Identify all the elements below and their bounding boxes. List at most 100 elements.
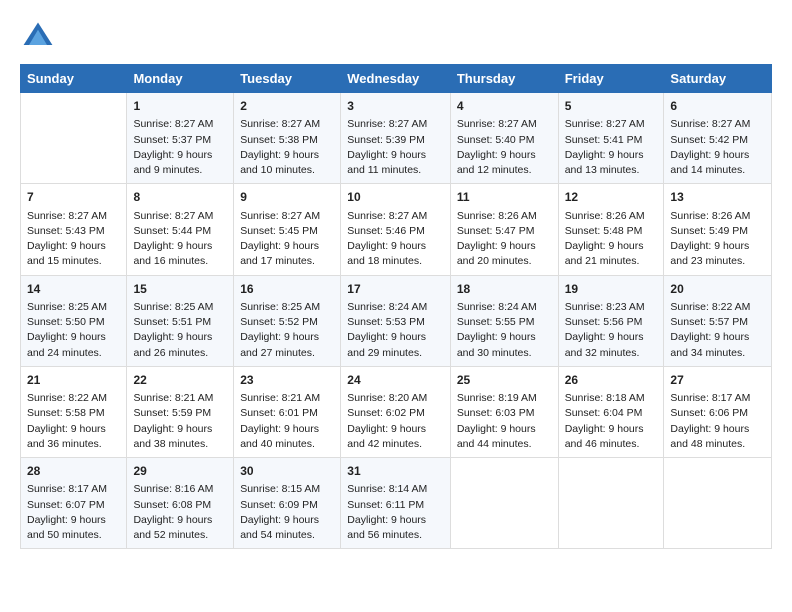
- day-cell: 13 Sunrise: 8:26 AMSunset: 5:49 PMDayligh…: [664, 184, 772, 275]
- day-number: 19: [565, 281, 658, 298]
- day-number: 28: [27, 463, 120, 480]
- logo: [20, 18, 60, 54]
- weekday-header-monday: Monday: [127, 65, 234, 93]
- day-info: Sunrise: 8:27 AMSunset: 5:41 PMDaylight:…: [565, 117, 658, 178]
- weekday-header-row: SundayMondayTuesdayWednesdayThursdayFrid…: [21, 65, 772, 93]
- weekday-header-sunday: Sunday: [21, 65, 127, 93]
- day-number: 23: [240, 372, 334, 389]
- day-info: Sunrise: 8:21 AMSunset: 5:59 PMDaylight:…: [133, 391, 227, 452]
- day-info: Sunrise: 8:25 AMSunset: 5:50 PMDaylight:…: [27, 300, 120, 361]
- day-number: 5: [565, 98, 658, 115]
- day-cell: 29Sunrise: 8:16 AMSunset: 6:08 PMDayligh…: [127, 458, 234, 549]
- day-number: 8: [133, 189, 227, 206]
- day-number: 24: [347, 372, 444, 389]
- day-number: 29: [133, 463, 227, 480]
- day-info: Sunrise: 8:17 AMSunset: 6:07 PMDaylight:…: [27, 482, 120, 543]
- day-cell: 1 Sunrise: 8:27 AMSunset: 5:37 PMDaylight…: [127, 93, 234, 184]
- header: [20, 18, 772, 54]
- day-cell: 17Sunrise: 8:24 AMSunset: 5:53 PMDayligh…: [341, 275, 451, 366]
- day-info: Sunrise: 8:26 AMSunset: 5:47 PMDaylight:…: [457, 209, 552, 270]
- day-number: 4: [457, 98, 552, 115]
- day-cell: [450, 458, 558, 549]
- day-cell: 25 Sunrise: 8:19 AMSunset: 6:03 PMDayligh…: [450, 366, 558, 457]
- day-number: 22: [133, 372, 227, 389]
- week-row-3: 14 Sunrise: 8:25 AMSunset: 5:50 PMDayligh…: [21, 275, 772, 366]
- day-cell: 27 Sunrise: 8:17 AMSunset: 6:06 PMDayligh…: [664, 366, 772, 457]
- day-number: 30: [240, 463, 334, 480]
- day-info: Sunrise: 8:27 AMSunset: 5:38 PMDaylight:…: [240, 117, 334, 178]
- day-number: 9: [240, 189, 334, 206]
- week-row-1: 1 Sunrise: 8:27 AMSunset: 5:37 PMDaylight…: [21, 93, 772, 184]
- day-number: 21: [27, 372, 120, 389]
- day-number: 6: [670, 98, 765, 115]
- day-cell: 28 Sunrise: 8:17 AMSunset: 6:07 PMDayligh…: [21, 458, 127, 549]
- weekday-header-wednesday: Wednesday: [341, 65, 451, 93]
- day-info: Sunrise: 8:24 AMSunset: 5:55 PMDaylight:…: [457, 300, 552, 361]
- day-cell: 22 Sunrise: 8:21 AMSunset: 5:59 PMDayligh…: [127, 366, 234, 457]
- day-cell: 15Sunrise: 8:25 AMSunset: 5:51 PMDayligh…: [127, 275, 234, 366]
- day-number: 26: [565, 372, 658, 389]
- day-cell: 12Sunrise: 8:26 AMSunset: 5:48 PMDayligh…: [558, 184, 664, 275]
- day-number: 10: [347, 189, 444, 206]
- day-info: Sunrise: 8:27 AMSunset: 5:42 PMDaylight:…: [670, 117, 765, 178]
- day-number: 27: [670, 372, 765, 389]
- day-info: Sunrise: 8:14 AMSunset: 6:11 PMDaylight:…: [347, 482, 444, 543]
- weekday-header-tuesday: Tuesday: [234, 65, 341, 93]
- day-info: Sunrise: 8:27 AMSunset: 5:43 PMDaylight:…: [27, 209, 120, 270]
- day-cell: 10 Sunrise: 8:27 AMSunset: 5:46 PMDayligh…: [341, 184, 451, 275]
- day-number: 16: [240, 281, 334, 298]
- day-cell: 7Sunrise: 8:27 AMSunset: 5:43 PMDaylight…: [21, 184, 127, 275]
- day-number: 1: [133, 98, 227, 115]
- day-number: 14: [27, 281, 120, 298]
- day-number: 3: [347, 98, 444, 115]
- day-cell: 9 Sunrise: 8:27 AMSunset: 5:45 PMDaylight…: [234, 184, 341, 275]
- day-cell: 11Sunrise: 8:26 AMSunset: 5:47 PMDayligh…: [450, 184, 558, 275]
- week-row-2: 7Sunrise: 8:27 AMSunset: 5:43 PMDaylight…: [21, 184, 772, 275]
- day-info: Sunrise: 8:18 AMSunset: 6:04 PMDaylight:…: [565, 391, 658, 452]
- day-info: Sunrise: 8:23 AMSunset: 5:56 PMDaylight:…: [565, 300, 658, 361]
- day-info: Sunrise: 8:21 AMSunset: 6:01 PMDaylight:…: [240, 391, 334, 452]
- calendar-table: SundayMondayTuesdayWednesdayThursdayFrid…: [20, 64, 772, 549]
- day-cell: 6 Sunrise: 8:27 AMSunset: 5:42 PMDaylight…: [664, 93, 772, 184]
- day-info: Sunrise: 8:17 AMSunset: 6:06 PMDaylight:…: [670, 391, 765, 452]
- day-cell: 3 Sunrise: 8:27 AMSunset: 5:39 PMDaylight…: [341, 93, 451, 184]
- day-info: Sunrise: 8:26 AMSunset: 5:48 PMDaylight:…: [565, 209, 658, 270]
- day-cell: 19 Sunrise: 8:23 AMSunset: 5:56 PMDayligh…: [558, 275, 664, 366]
- day-cell: 31 Sunrise: 8:14 AMSunset: 6:11 PMDayligh…: [341, 458, 451, 549]
- day-info: Sunrise: 8:20 AMSunset: 6:02 PMDaylight:…: [347, 391, 444, 452]
- day-cell: 20 Sunrise: 8:22 AMSunset: 5:57 PMDayligh…: [664, 275, 772, 366]
- day-info: Sunrise: 8:26 AMSunset: 5:49 PMDaylight:…: [670, 209, 765, 270]
- day-cell: 4 Sunrise: 8:27 AMSunset: 5:40 PMDaylight…: [450, 93, 558, 184]
- day-info: Sunrise: 8:27 AMSunset: 5:45 PMDaylight:…: [240, 209, 334, 270]
- logo-icon: [20, 18, 56, 54]
- day-cell: 16Sunrise: 8:25 AMSunset: 5:52 PMDayligh…: [234, 275, 341, 366]
- day-number: 17: [347, 281, 444, 298]
- day-info: Sunrise: 8:27 AMSunset: 5:39 PMDaylight:…: [347, 117, 444, 178]
- day-cell: 18 Sunrise: 8:24 AMSunset: 5:55 PMDayligh…: [450, 275, 558, 366]
- day-info: Sunrise: 8:27 AMSunset: 5:44 PMDaylight:…: [133, 209, 227, 270]
- weekday-header-thursday: Thursday: [450, 65, 558, 93]
- day-info: Sunrise: 8:19 AMSunset: 6:03 PMDaylight:…: [457, 391, 552, 452]
- day-number: 18: [457, 281, 552, 298]
- day-cell: 14 Sunrise: 8:25 AMSunset: 5:50 PMDayligh…: [21, 275, 127, 366]
- day-info: Sunrise: 8:27 AMSunset: 5:37 PMDaylight:…: [133, 117, 227, 178]
- day-info: Sunrise: 8:15 AMSunset: 6:09 PMDaylight:…: [240, 482, 334, 543]
- day-cell: 2Sunrise: 8:27 AMSunset: 5:38 PMDaylight…: [234, 93, 341, 184]
- day-info: Sunrise: 8:27 AMSunset: 5:40 PMDaylight:…: [457, 117, 552, 178]
- day-number: 15: [133, 281, 227, 298]
- day-number: 31: [347, 463, 444, 480]
- day-number: 25: [457, 372, 552, 389]
- weekday-header-saturday: Saturday: [664, 65, 772, 93]
- day-info: Sunrise: 8:22 AMSunset: 5:57 PMDaylight:…: [670, 300, 765, 361]
- page: SundayMondayTuesdayWednesdayThursdayFrid…: [0, 0, 792, 612]
- day-cell: 5 Sunrise: 8:27 AMSunset: 5:41 PMDaylight…: [558, 93, 664, 184]
- weekday-header-friday: Friday: [558, 65, 664, 93]
- day-cell: 8 Sunrise: 8:27 AMSunset: 5:44 PMDaylight…: [127, 184, 234, 275]
- day-cell: [664, 458, 772, 549]
- day-info: Sunrise: 8:22 AMSunset: 5:58 PMDaylight:…: [27, 391, 120, 452]
- week-row-4: 21 Sunrise: 8:22 AMSunset: 5:58 PMDayligh…: [21, 366, 772, 457]
- day-cell: 24 Sunrise: 8:20 AMSunset: 6:02 PMDayligh…: [341, 366, 451, 457]
- day-number: 13: [670, 189, 765, 206]
- day-number: 20: [670, 281, 765, 298]
- day-info: Sunrise: 8:27 AMSunset: 5:46 PMDaylight:…: [347, 209, 444, 270]
